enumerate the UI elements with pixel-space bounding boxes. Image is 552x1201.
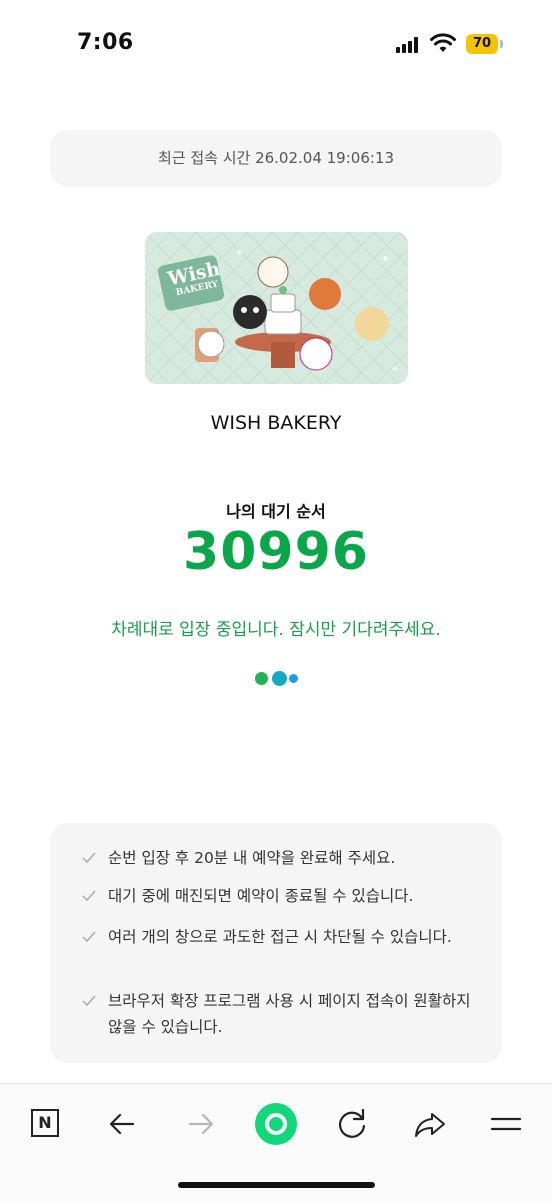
check-icon: [82, 890, 96, 902]
reload-icon[interactable]: [330, 1102, 374, 1146]
notice-box: 순번 입장 후 20분 내 예약을 완료해 주세요. 대기 중에 매진되면 예약…: [50, 823, 502, 1063]
forward-arrow-icon[interactable]: [178, 1102, 222, 1146]
notice-item: 대기 중에 매진되면 예약이 종료될 수 있습니다.: [82, 883, 482, 909]
event-banner-image: ✦ ✦ ✦ Wish BAKERY: [145, 232, 408, 384]
share-icon[interactable]: [408, 1102, 452, 1146]
svg-text:✦: ✦: [391, 365, 399, 375]
queue-label: 나의 대기 순서: [226, 502, 326, 521]
battery-level: 70: [466, 34, 498, 54]
green-dot-icon[interactable]: [254, 1102, 298, 1146]
loading-dots-icon: [255, 671, 305, 687]
cellular-signal-icon: [396, 37, 422, 53]
check-icon: [82, 852, 96, 864]
wait-message: 차례대로 입장 중입니다. 잠시만 기다려주세요.: [111, 620, 441, 640]
wifi-icon: [430, 33, 456, 52]
notice-item: 브라우저 확장 프로그램 사용 시 페이지 접속이 원활하지 않을 수 있습니다…: [82, 988, 482, 1040]
notice-item: 여러 개의 창으로 과도한 접근 시 차단될 수 있습니다.: [82, 924, 482, 950]
event-title: WISH BAKERY: [210, 412, 342, 434]
menu-icon[interactable]: [484, 1102, 528, 1146]
notice-item: 순번 입장 후 20분 내 예약을 완료해 주세요.: [82, 845, 482, 871]
status-time: 7:06: [77, 30, 134, 55]
naver-home-icon[interactable]: N: [24, 1102, 68, 1146]
check-icon: [82, 931, 96, 943]
svg-text:✦: ✦: [235, 248, 243, 259]
check-icon: [82, 995, 96, 1007]
home-indicator[interactable]: [178, 1182, 375, 1188]
queue-number: 30996: [183, 522, 369, 582]
svg-text:✦: ✦: [381, 254, 389, 265]
last-access-time: 최근 접속 시간 26.02.04 19:06:13: [50, 130, 502, 187]
battery-icon: 70: [466, 34, 504, 54]
event-illustration: ✦ ✦ ✦: [145, 232, 408, 384]
status-bar: 7:06 70: [0, 0, 552, 90]
back-arrow-icon[interactable]: [101, 1102, 145, 1146]
